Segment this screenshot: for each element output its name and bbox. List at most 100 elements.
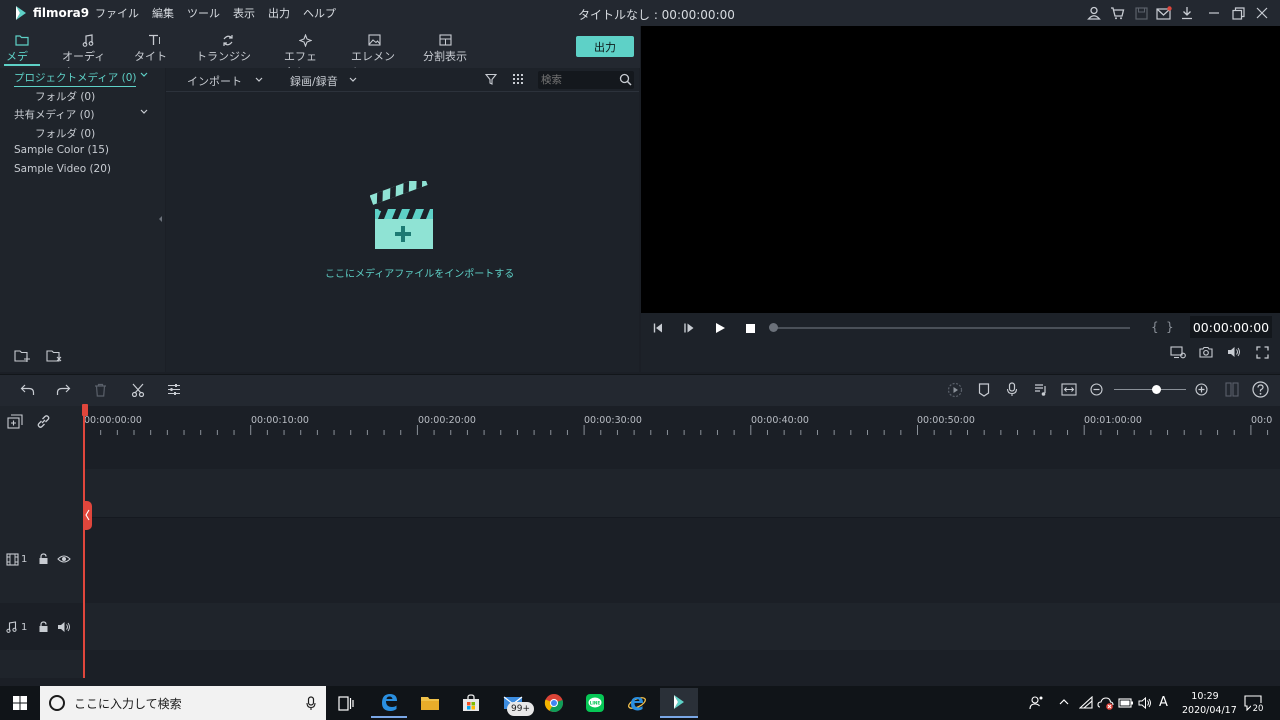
help-icon[interactable] (1252, 381, 1269, 398)
onedrive-error-icon[interactable] (1097, 696, 1115, 710)
collapse-sidebar-icon[interactable] (158, 215, 164, 223)
speaker-icon[interactable] (57, 621, 71, 633)
search-input[interactable] (541, 72, 613, 88)
filmora-taskbar-icon[interactable] (660, 688, 698, 718)
play-frame-icon[interactable] (683, 322, 695, 334)
sidebar-item-sample-color[interactable]: Sample Color (15) (14, 144, 109, 156)
chevron-down-icon[interactable] (139, 70, 149, 80)
speaker-volume-icon[interactable] (1138, 697, 1153, 709)
play-icon[interactable] (714, 322, 726, 334)
fullscreen-icon[interactable] (1256, 346, 1269, 359)
progress-handle[interactable] (769, 323, 778, 332)
import-dropdown[interactable]: インポート (187, 73, 242, 89)
svg-text:LINE: LINE (590, 700, 601, 705)
import-hint[interactable]: ここにメディアファイルをインポートする (325, 265, 514, 280)
cortana-circle-icon (48, 694, 66, 712)
ruler-label: 00:00:30:00 (584, 415, 642, 426)
delete-folder-icon[interactable] (46, 349, 63, 363)
sidebar-item-project-media[interactable]: プロジェクトメディア (0) (14, 70, 137, 87)
download-icon[interactable] (1178, 4, 1196, 22)
menu-export[interactable]: 出力 (268, 5, 290, 21)
panel-layout-icon[interactable] (1225, 382, 1239, 397)
restore-icon[interactable] (1229, 4, 1247, 22)
add-track-icon[interactable] (7, 414, 24, 429)
sidebar-item-sample-video[interactable]: Sample Video (20) (14, 163, 111, 175)
export-button[interactable]: 出力 (576, 36, 634, 57)
audio-mixer-icon[interactable] (1034, 383, 1048, 397)
display-settings-icon[interactable] (1170, 346, 1186, 359)
menu-view[interactable]: 表示 (233, 5, 255, 21)
volume-icon[interactable] (1227, 346, 1241, 358)
marker-icon[interactable] (978, 383, 990, 397)
minimize-icon[interactable] (1205, 4, 1223, 22)
ruler-label: 00:01:00:00 (1084, 415, 1142, 426)
playhead-top-handle[interactable] (82, 404, 88, 416)
snapshot-camera-icon[interactable] (1199, 346, 1213, 358)
tab-label: 分割表示 (423, 50, 467, 63)
taskbar-search-box[interactable]: ここに入力して検索 (40, 686, 326, 720)
zoom-slider-track[interactable] (1114, 389, 1186, 390)
internet-explorer-icon[interactable] (619, 688, 655, 718)
task-view-icon[interactable] (328, 688, 364, 718)
taskbar-clock[interactable]: 10:29 2020/04/17 (1182, 690, 1237, 718)
save-icon[interactable] (1132, 4, 1150, 22)
wifi-icon[interactable] (1079, 696, 1094, 710)
chevron-down-icon[interactable] (348, 75, 358, 85)
prev-frame-icon[interactable] (652, 322, 664, 334)
menu-help[interactable]: ヘルプ (303, 5, 336, 21)
zoom-out-icon[interactable] (1090, 383, 1103, 396)
close-icon[interactable] (1253, 4, 1271, 22)
import-clapperboard-icon[interactable] (370, 181, 436, 251)
chevron-down-icon[interactable] (139, 107, 149, 117)
audio-track[interactable] (83, 603, 1280, 650)
menu-edit[interactable]: 編集 (152, 5, 174, 21)
ime-indicator[interactable]: A (1159, 695, 1168, 710)
lock-icon[interactable] (38, 621, 49, 633)
zoom-in-icon[interactable] (1195, 383, 1208, 396)
eye-icon[interactable] (57, 554, 71, 564)
cut-scissors-icon[interactable] (131, 383, 145, 397)
record-dropdown[interactable]: 録画/録音 (290, 73, 338, 89)
render-preview-icon[interactable] (947, 382, 963, 398)
chrome-icon[interactable] (536, 688, 572, 718)
redo-icon[interactable] (56, 383, 71, 396)
timeline-track-empty[interactable] (83, 469, 1280, 517)
cart-icon[interactable] (1108, 4, 1126, 22)
mark-out-icon[interactable]: } (1166, 320, 1174, 334)
tab-split-screen[interactable]: 分割表示 (421, 32, 469, 64)
stop-icon[interactable] (745, 323, 756, 334)
fit-timeline-icon[interactable] (1061, 383, 1077, 396)
menu-file[interactable]: ファイル (95, 5, 139, 21)
windows-start-icon[interactable] (2, 688, 38, 718)
lock-icon[interactable] (38, 553, 49, 565)
delete-trash-icon[interactable] (94, 383, 107, 397)
sidebar-item-folder[interactable]: フォルダ (0) (35, 89, 95, 104)
zoom-slider-handle[interactable] (1152, 385, 1161, 394)
undo-icon[interactable] (20, 383, 35, 396)
microphone-icon[interactable] (1006, 382, 1018, 397)
link-icon[interactable] (36, 414, 51, 429)
file-explorer-icon[interactable] (412, 688, 448, 718)
filter-icon[interactable] (485, 73, 497, 85)
sidebar-item-shared-media[interactable]: 共有メディア (0) (14, 107, 94, 122)
menu-tools[interactable]: ツール (187, 5, 220, 21)
tray-chevron-up-icon[interactable] (1058, 697, 1070, 707)
sidebar-item-folder[interactable]: フォルダ (0) (35, 126, 95, 141)
playhead[interactable] (83, 410, 85, 678)
mic-icon[interactable] (306, 695, 316, 711)
chevron-down-icon[interactable] (254, 75, 264, 85)
line-app-icon[interactable]: LINE (577, 688, 613, 718)
preview-progress-bar[interactable] (770, 327, 1130, 329)
people-icon[interactable] (1029, 695, 1045, 711)
mark-in-icon[interactable]: { (1151, 320, 1159, 334)
video-track[interactable] (0, 517, 1280, 603)
edge-browser-icon[interactable] (371, 688, 407, 718)
mail-icon[interactable] (1155, 4, 1173, 22)
new-folder-icon[interactable] (14, 349, 31, 363)
account-icon[interactable] (1085, 4, 1103, 22)
grid-view-icon[interactable] (512, 73, 524, 85)
battery-icon[interactable] (1118, 697, 1134, 709)
store-icon[interactable] (453, 688, 489, 718)
search-icon[interactable] (619, 73, 632, 86)
adjust-sliders-icon[interactable] (167, 383, 181, 396)
